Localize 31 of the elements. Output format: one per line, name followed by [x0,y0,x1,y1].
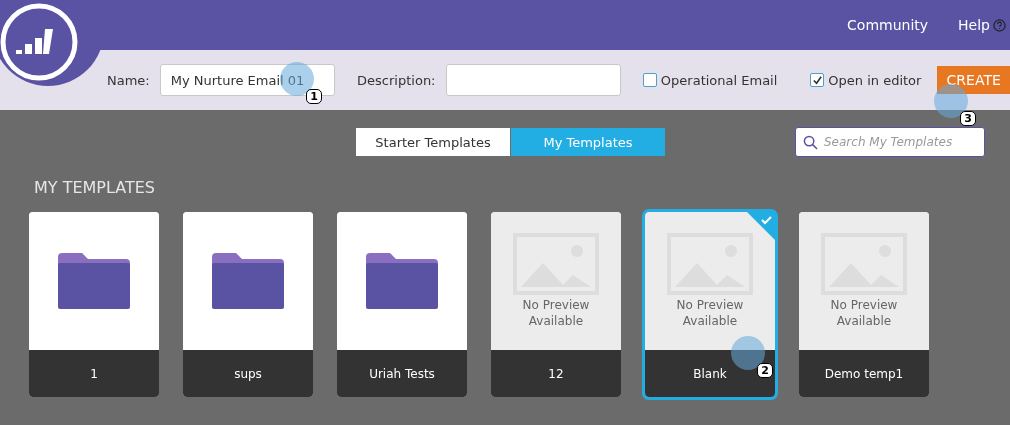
no-preview-text: No Preview Available [675,297,745,329]
folder-icon [212,253,284,309]
template-name: sups [183,350,313,397]
tab[interactable]: Starter Templates [356,128,510,156]
selected-check-icon [747,212,775,240]
name-label: Name: [107,72,150,88]
nav-link[interactable]: Community [847,17,929,33]
description-label: Description: [357,72,436,88]
help-icon [993,18,1006,32]
template-card[interactable]: No Preview Available 12 [491,212,621,397]
template-card[interactable]: sups [183,212,313,397]
folder-icon [58,253,130,309]
folder-icon [366,253,438,309]
no-preview-text: No Preview Available [829,297,899,329]
template-name: Demo temp1 [799,350,929,397]
description-field[interactable] [445,64,621,96]
checkbox[interactable] [642,73,657,87]
search-icon [803,134,818,150]
template-name: 1 [29,350,159,397]
template-name: Uriah Tests [337,350,467,397]
no-preview-text: No Preview Available [521,297,591,329]
template-card[interactable]: 1 [29,212,159,397]
nav-link[interactable]: Help [958,17,1006,33]
template-name: 12 [491,350,621,397]
checkbox-label: Open in editor [828,72,922,88]
section-title: MY TEMPLATES [33,177,157,199]
template-card[interactable]: No Preview Available Demo temp1 [799,212,929,397]
cursor-callout: 3 [934,84,976,126]
template-card[interactable]: Uriah Tests [337,212,467,397]
checkbox[interactable] [810,73,825,87]
checkbox-label: Operational Email [660,72,778,88]
